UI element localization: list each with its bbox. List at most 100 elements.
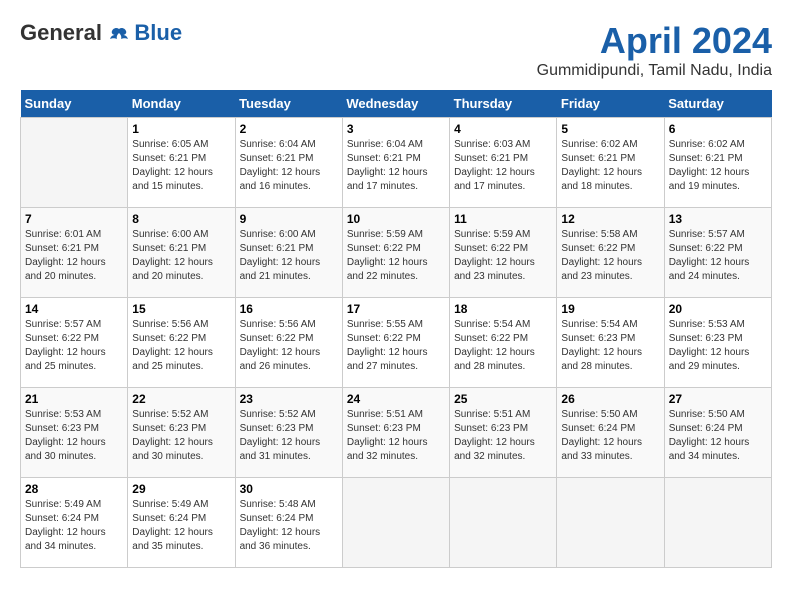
logo: General Blue bbox=[20, 20, 182, 47]
day-number: 19 bbox=[561, 302, 659, 316]
day-number: 22 bbox=[132, 392, 230, 406]
calendar-header-tuesday: Tuesday bbox=[235, 90, 342, 118]
day-info: Sunrise: 5:57 AMSunset: 6:22 PMDaylight:… bbox=[25, 318, 123, 374]
day-info: Sunrise: 6:01 AMSunset: 6:21 PMDaylight:… bbox=[25, 228, 123, 284]
logo-blue: Blue bbox=[134, 20, 182, 46]
calendar-cell: 4 Sunrise: 6:03 AMSunset: 6:21 PMDaylight… bbox=[450, 118, 557, 208]
calendar-table: SundayMondayTuesdayWednesdayThursdayFrid… bbox=[20, 90, 772, 568]
day-info: Sunrise: 5:49 AMSunset: 6:24 PMDaylight:… bbox=[25, 498, 123, 554]
calendar-cell: 26 Sunrise: 5:50 AMSunset: 6:24 PMDayligh… bbox=[557, 388, 664, 478]
day-info: Sunrise: 5:57 AMSunset: 6:22 PMDaylight:… bbox=[669, 228, 767, 284]
day-info: Sunrise: 6:04 AMSunset: 6:21 PMDaylight:… bbox=[347, 138, 445, 194]
day-info: Sunrise: 6:03 AMSunset: 6:21 PMDaylight:… bbox=[454, 138, 552, 194]
calendar-cell: 12 Sunrise: 5:58 AMSunset: 6:22 PMDayligh… bbox=[557, 208, 664, 298]
day-number: 2 bbox=[240, 122, 338, 136]
day-number: 17 bbox=[347, 302, 445, 316]
calendar-header-sunday: Sunday bbox=[21, 90, 128, 118]
day-number: 26 bbox=[561, 392, 659, 406]
day-number: 29 bbox=[132, 482, 230, 496]
day-info: Sunrise: 5:56 AMSunset: 6:22 PMDaylight:… bbox=[240, 318, 338, 374]
day-info: Sunrise: 6:04 AMSunset: 6:21 PMDaylight:… bbox=[240, 138, 338, 194]
day-number: 8 bbox=[132, 212, 230, 226]
calendar-cell: 30 Sunrise: 5:48 AMSunset: 6:24 PMDayligh… bbox=[235, 478, 342, 568]
calendar-cell bbox=[342, 478, 449, 568]
day-info: Sunrise: 5:58 AMSunset: 6:22 PMDaylight:… bbox=[561, 228, 659, 284]
calendar-cell: 11 Sunrise: 5:59 AMSunset: 6:22 PMDayligh… bbox=[450, 208, 557, 298]
calendar-cell: 13 Sunrise: 5:57 AMSunset: 6:22 PMDayligh… bbox=[664, 208, 771, 298]
day-number: 30 bbox=[240, 482, 338, 496]
calendar-header-monday: Monday bbox=[128, 90, 235, 118]
bird-icon bbox=[108, 25, 130, 47]
logo-general: General bbox=[20, 20, 102, 45]
day-number: 12 bbox=[561, 212, 659, 226]
day-info: Sunrise: 5:51 AMSunset: 6:23 PMDaylight:… bbox=[454, 408, 552, 464]
calendar-header-thursday: Thursday bbox=[450, 90, 557, 118]
day-number: 27 bbox=[669, 392, 767, 406]
calendar-week-3: 14 Sunrise: 5:57 AMSunset: 6:22 PMDayligh… bbox=[21, 298, 772, 388]
day-info: Sunrise: 5:50 AMSunset: 6:24 PMDaylight:… bbox=[669, 408, 767, 464]
month-title: April 2024 bbox=[537, 20, 772, 62]
day-info: Sunrise: 6:00 AMSunset: 6:21 PMDaylight:… bbox=[240, 228, 338, 284]
calendar-cell: 28Sunrise: 5:49 AMSunset: 6:24 PMDayligh… bbox=[21, 478, 128, 568]
day-info: Sunrise: 5:48 AMSunset: 6:24 PMDaylight:… bbox=[240, 498, 338, 554]
day-info: Sunrise: 5:52 AMSunset: 6:23 PMDaylight:… bbox=[240, 408, 338, 464]
location: Gummidipundi, Tamil Nadu, India bbox=[537, 62, 772, 80]
calendar-cell: 21 Sunrise: 5:53 AMSunset: 6:23 PMDayligh… bbox=[21, 388, 128, 478]
day-number: 25 bbox=[454, 392, 552, 406]
calendar-week-5: 28Sunrise: 5:49 AMSunset: 6:24 PMDayligh… bbox=[21, 478, 772, 568]
calendar-week-4: 21 Sunrise: 5:53 AMSunset: 6:23 PMDayligh… bbox=[21, 388, 772, 478]
day-number: 3 bbox=[347, 122, 445, 136]
day-number: 5 bbox=[561, 122, 659, 136]
calendar-cell: 24Sunrise: 5:51 AMSunset: 6:23 PMDayligh… bbox=[342, 388, 449, 478]
day-number: 4 bbox=[454, 122, 552, 136]
calendar-cell: 15 Sunrise: 5:56 AMSunset: 6:22 PMDayligh… bbox=[128, 298, 235, 388]
title-section: April 2024 Gummidipundi, Tamil Nadu, Ind… bbox=[537, 20, 772, 80]
calendar-week-2: 7 Sunrise: 6:01 AMSunset: 6:21 PMDaylight… bbox=[21, 208, 772, 298]
day-number: 13 bbox=[669, 212, 767, 226]
day-info: Sunrise: 5:55 AMSunset: 6:22 PMDaylight:… bbox=[347, 318, 445, 374]
calendar-cell: 23Sunrise: 5:52 AMSunset: 6:23 PMDayligh… bbox=[235, 388, 342, 478]
calendar-cell: 2 Sunrise: 6:04 AMSunset: 6:21 PMDaylight… bbox=[235, 118, 342, 208]
day-info: Sunrise: 5:59 AMSunset: 6:22 PMDaylight:… bbox=[454, 228, 552, 284]
calendar-cell: 7 Sunrise: 6:01 AMSunset: 6:21 PMDaylight… bbox=[21, 208, 128, 298]
day-number: 24 bbox=[347, 392, 445, 406]
calendar-header-saturday: Saturday bbox=[664, 90, 771, 118]
day-info: Sunrise: 5:49 AMSunset: 6:24 PMDaylight:… bbox=[132, 498, 230, 554]
day-info: Sunrise: 5:59 AMSunset: 6:22 PMDaylight:… bbox=[347, 228, 445, 284]
day-info: Sunrise: 5:54 AMSunset: 6:22 PMDaylight:… bbox=[454, 318, 552, 374]
day-number: 18 bbox=[454, 302, 552, 316]
day-info: Sunrise: 5:54 AMSunset: 6:23 PMDaylight:… bbox=[561, 318, 659, 374]
day-number: 14 bbox=[25, 302, 123, 316]
calendar-cell: 3 Sunrise: 6:04 AMSunset: 6:21 PMDaylight… bbox=[342, 118, 449, 208]
day-info: Sunrise: 6:00 AMSunset: 6:21 PMDaylight:… bbox=[132, 228, 230, 284]
day-number: 21 bbox=[25, 392, 123, 406]
page-header: General Blue April 2024 Gummidipundi, Ta… bbox=[20, 20, 772, 80]
day-info: Sunrise: 5:50 AMSunset: 6:24 PMDaylight:… bbox=[561, 408, 659, 464]
calendar-cell bbox=[557, 478, 664, 568]
calendar-cell: 16Sunrise: 5:56 AMSunset: 6:22 PMDayligh… bbox=[235, 298, 342, 388]
day-number: 15 bbox=[132, 302, 230, 316]
calendar-header-friday: Friday bbox=[557, 90, 664, 118]
calendar-week-1: 1 Sunrise: 6:05 AMSunset: 6:21 PMDaylight… bbox=[21, 118, 772, 208]
calendar-cell: 9 Sunrise: 6:00 AMSunset: 6:21 PMDaylight… bbox=[235, 208, 342, 298]
calendar-cell bbox=[21, 118, 128, 208]
day-info: Sunrise: 5:53 AMSunset: 6:23 PMDaylight:… bbox=[25, 408, 123, 464]
day-number: 10 bbox=[347, 212, 445, 226]
calendar-cell: 5Sunrise: 6:02 AMSunset: 6:21 PMDaylight… bbox=[557, 118, 664, 208]
calendar-cell: 6 Sunrise: 6:02 AMSunset: 6:21 PMDaylight… bbox=[664, 118, 771, 208]
calendar-cell: 20Sunrise: 5:53 AMSunset: 6:23 PMDayligh… bbox=[664, 298, 771, 388]
day-number: 6 bbox=[669, 122, 767, 136]
day-number: 9 bbox=[240, 212, 338, 226]
day-info: Sunrise: 5:53 AMSunset: 6:23 PMDaylight:… bbox=[669, 318, 767, 374]
day-info: Sunrise: 6:05 AMSunset: 6:21 PMDaylight:… bbox=[132, 138, 230, 194]
day-number: 1 bbox=[132, 122, 230, 136]
day-info: Sunrise: 5:52 AMSunset: 6:23 PMDaylight:… bbox=[132, 408, 230, 464]
day-info: Sunrise: 6:02 AMSunset: 6:21 PMDaylight:… bbox=[669, 138, 767, 194]
calendar-cell: 25 Sunrise: 5:51 AMSunset: 6:23 PMDayligh… bbox=[450, 388, 557, 478]
calendar-cell: 10 Sunrise: 5:59 AMSunset: 6:22 PMDayligh… bbox=[342, 208, 449, 298]
calendar-cell: 27 Sunrise: 5:50 AMSunset: 6:24 PMDayligh… bbox=[664, 388, 771, 478]
day-number: 7 bbox=[25, 212, 123, 226]
day-info: Sunrise: 5:56 AMSunset: 6:22 PMDaylight:… bbox=[132, 318, 230, 374]
calendar-cell: 29 Sunrise: 5:49 AMSunset: 6:24 PMDayligh… bbox=[128, 478, 235, 568]
day-number: 11 bbox=[454, 212, 552, 226]
